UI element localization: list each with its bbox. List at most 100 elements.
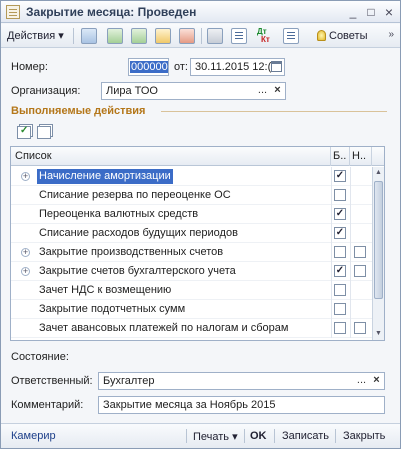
clear-responsible-button[interactable]: × bbox=[369, 373, 384, 389]
kamerir-link[interactable]: Камерир bbox=[11, 430, 56, 442]
column-divider bbox=[331, 186, 332, 205]
scroll-down-arrow[interactable]: ▼ bbox=[373, 328, 384, 340]
structure-icon[interactable] bbox=[231, 28, 247, 44]
section-divider bbox=[161, 111, 387, 112]
row-action-name: Переоценка валютных средств bbox=[39, 208, 199, 220]
window-title: Закрытие месяца: Проведен bbox=[26, 5, 197, 19]
number-field[interactable]: 000000 bbox=[128, 58, 169, 76]
column-divider bbox=[350, 300, 351, 319]
row-action-name: Списание расходов будущих периодов bbox=[39, 227, 238, 239]
column-divider bbox=[350, 281, 351, 300]
row-action-name: Начисление амортизации bbox=[37, 169, 173, 184]
row-action-name: Зачет НДС к возмещению bbox=[39, 284, 172, 296]
column-divider bbox=[350, 167, 351, 186]
accounting-checkbox[interactable] bbox=[334, 303, 346, 315]
check-all-icon[interactable] bbox=[17, 125, 31, 139]
uncheck-all-icon[interactable] bbox=[37, 126, 51, 139]
table-header: Список Б.. Н.. bbox=[11, 147, 384, 166]
table-body: + Начисление амортизации ✓ Списание резерва… bbox=[11, 167, 372, 340]
organization-label: Организация: bbox=[11, 85, 81, 97]
comment-field[interactable]: Закрытие месяца за Ноябрь 2015 bbox=[98, 396, 385, 414]
expand-icon[interactable]: + bbox=[21, 267, 30, 276]
row-action-name: Закрытие производственных счетов bbox=[39, 246, 224, 258]
accounting-checkbox[interactable] bbox=[334, 322, 346, 334]
column-divider bbox=[331, 300, 332, 319]
accounting-checkbox[interactable]: ✓ bbox=[334, 265, 346, 277]
table-row[interactable]: Зачет авансовых платежей по налогам и сб… bbox=[11, 319, 372, 338]
maximize-button[interactable]: □ bbox=[363, 4, 379, 20]
bottom-bar: Камерир Печать ▾ OK Записать Закрыть bbox=[1, 423, 400, 448]
actions-table: Список Б.. Н.. + Начисление амортизации ✓ С… bbox=[10, 146, 385, 341]
table-row[interactable]: Переоценка валютных средств ✓ bbox=[11, 205, 372, 224]
tax-checkbox[interactable] bbox=[354, 322, 366, 334]
scrollbar-thumb[interactable] bbox=[374, 181, 383, 299]
clear-organization-button[interactable]: × bbox=[270, 83, 285, 99]
table-row[interactable]: Закрытие подотчетных сумм bbox=[11, 300, 372, 319]
column-header-tax[interactable]: Н.. bbox=[350, 147, 372, 166]
unpost-document-icon[interactable] bbox=[179, 28, 195, 44]
calendar-icon[interactable] bbox=[271, 61, 282, 72]
table-scrollbar[interactable]: ▲ ▼ bbox=[372, 167, 384, 340]
expand-icon[interactable]: + bbox=[21, 248, 30, 257]
title-bar[interactable]: Закрытие месяца: Проведен _ □ × bbox=[1, 1, 400, 23]
table-row[interactable]: Списание резерва по переоценке ОС bbox=[11, 186, 372, 205]
copy-document-icon[interactable] bbox=[131, 28, 147, 44]
debit-credit-icon[interactable]: Дт Кт bbox=[257, 28, 273, 44]
lightbulb-icon bbox=[317, 30, 326, 41]
ok-button[interactable]: OK bbox=[250, 430, 267, 442]
select-organization-button[interactable]: ... bbox=[255, 83, 270, 99]
accounting-checkbox[interactable]: ✓ bbox=[334, 227, 346, 239]
bottom-divider bbox=[335, 429, 336, 443]
print-label: Печать bbox=[193, 431, 230, 443]
close-button[interactable]: Закрыть bbox=[343, 430, 385, 442]
accounting-checkbox[interactable]: ✓ bbox=[334, 170, 346, 182]
accounting-checkbox[interactable]: ✓ bbox=[334, 208, 346, 220]
column-header-list[interactable]: Список bbox=[11, 147, 331, 166]
accounting-checkbox[interactable] bbox=[334, 189, 346, 201]
responsible-field[interactable]: Бухгалтер bbox=[98, 372, 385, 390]
accounting-checkbox[interactable] bbox=[334, 246, 346, 258]
bottom-divider bbox=[244, 429, 245, 443]
advice-button[interactable]: Советы bbox=[313, 27, 371, 45]
accounting-checkbox[interactable] bbox=[334, 284, 346, 296]
comment-label: Комментарий: bbox=[11, 399, 84, 411]
date-from-label: от: bbox=[174, 61, 188, 73]
column-divider bbox=[350, 186, 351, 205]
minimize-button[interactable]: _ bbox=[345, 4, 361, 20]
column-divider bbox=[331, 205, 332, 224]
post-document-icon[interactable] bbox=[155, 28, 171, 44]
expand-icon[interactable]: + bbox=[21, 172, 30, 181]
close-window-button[interactable]: × bbox=[381, 4, 397, 20]
table-row[interactable]: Зачет НДС к возмещению bbox=[11, 281, 372, 300]
column-divider bbox=[350, 224, 351, 243]
responsible-label: Ответственный: bbox=[11, 375, 93, 387]
print-button[interactable]: Печать ▾ bbox=[193, 430, 238, 443]
chevron-down-icon: ▾ bbox=[58, 30, 64, 42]
tax-checkbox[interactable] bbox=[354, 265, 366, 277]
table-row[interactable]: Списание расходов будущих периодов ✓ bbox=[11, 224, 372, 243]
chevron-down-icon: ▾ bbox=[232, 431, 238, 443]
actions-menu-label: Действия bbox=[7, 30, 56, 42]
scroll-up-arrow[interactable]: ▲ bbox=[373, 167, 384, 179]
table-settings-icon[interactable] bbox=[207, 28, 223, 44]
table-row[interactable]: + Начисление амортизации ✓ bbox=[11, 167, 372, 186]
column-divider bbox=[331, 243, 332, 262]
refresh-icon[interactable] bbox=[107, 28, 123, 44]
row-action-name: Списание резерва по переоценке ОС bbox=[39, 189, 231, 201]
table-row[interactable]: + Закрытие счетов бухгалтерского учета ✓ bbox=[11, 262, 372, 281]
column-divider bbox=[331, 167, 332, 186]
report-icon[interactable] bbox=[283, 28, 299, 44]
toolbar-divider bbox=[201, 28, 202, 44]
bottom-divider bbox=[186, 429, 187, 443]
column-divider bbox=[331, 224, 332, 243]
credit-label: Кт bbox=[261, 35, 270, 44]
state-label: Состояние: bbox=[11, 351, 69, 363]
column-header-accounting[interactable]: Б.. bbox=[331, 147, 350, 166]
post-and-close-icon[interactable] bbox=[81, 28, 97, 44]
more-actions-icon[interactable]: » bbox=[388, 29, 394, 40]
select-responsible-button[interactable]: ... bbox=[354, 373, 369, 389]
table-row[interactable]: + Закрытие производственных счетов bbox=[11, 243, 372, 262]
tax-checkbox[interactable] bbox=[354, 246, 366, 258]
save-button[interactable]: Записать bbox=[282, 430, 329, 442]
actions-menu-button[interactable]: Действия ▾ bbox=[7, 29, 64, 42]
